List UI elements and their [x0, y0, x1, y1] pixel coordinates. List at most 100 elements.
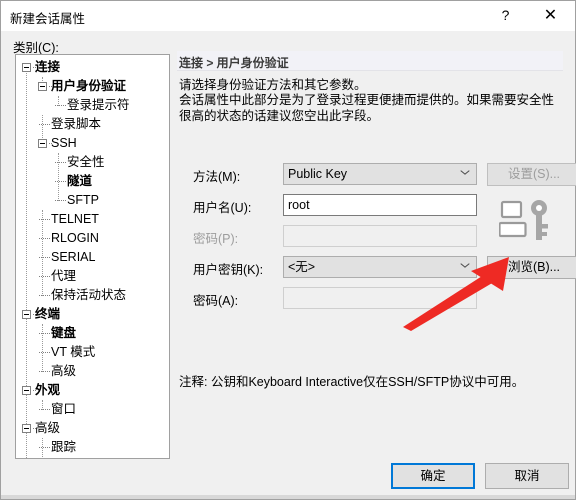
tree-item[interactable]: 窗口 — [16, 400, 169, 419]
tree-item[interactable]: RLOGIN — [16, 229, 169, 248]
tree-connector — [39, 257, 50, 258]
tree-item[interactable]: SFTP — [16, 191, 169, 210]
chevron-down-icon — [461, 171, 469, 179]
dialog-window: 新建会话属性 ? ✕ 类别(C): 连接 用户身份验证 登录提示符 登录脚本 SSH 安全… — [0, 0, 576, 500]
tree-expander-icon[interactable] — [22, 310, 31, 319]
tree-item[interactable]: 代理 — [16, 267, 169, 286]
tree-item-label: SFTP — [67, 193, 99, 207]
pane-description-line2: 会话属性中此部分是为了登录过程更便捷而提供的。如果需要安全性很高的状态的话建议您… — [179, 93, 555, 123]
close-icon[interactable]: ✕ — [528, 1, 573, 30]
tree-item-label: 高级 — [51, 364, 77, 378]
tree-item-label: 高级 — [35, 421, 61, 435]
title-bar: 新建会话属性 ? ✕ — [1, 1, 575, 32]
tree-connector — [39, 238, 50, 239]
tree-item-label: 外观 — [35, 383, 61, 397]
tree-item[interactable]: SERIAL — [16, 248, 169, 267]
settings-button[interactable]: 设置(S)... — [487, 163, 576, 186]
method-row: 方法(M): Public Key 设置(S)... — [177, 163, 576, 186]
tree-item-label: 用户身份验证 — [51, 79, 127, 93]
tree-expander-icon[interactable] — [22, 386, 31, 395]
pane-description-line1: 请选择身份验证方法和其它参数。 — [179, 78, 367, 92]
tree-item[interactable]: 高级 — [16, 419, 169, 438]
userkey-label: 用户密钥(K): — [193, 263, 264, 277]
userkey-value: <无> — [288, 260, 316, 274]
tree-item-label: 跟踪 — [51, 440, 77, 454]
tree-expander-icon[interactable] — [22, 63, 31, 72]
tree-expander-icon[interactable] — [38, 139, 47, 148]
tree-item-label: 终端 — [35, 307, 61, 321]
tree-item[interactable]: 跟踪 — [16, 438, 169, 457]
tree-item[interactable]: 外观 — [16, 381, 169, 400]
tree-connector — [39, 295, 50, 296]
ok-button[interactable]: 确定 — [391, 463, 475, 489]
tree-connector — [39, 276, 50, 277]
category-tree-inner: 连接用户身份验证登录提示符登录脚本 SSH 安全性隧道 SFTP TELNET RLOGI… — [16, 55, 169, 458]
tree-connector — [39, 333, 50, 334]
tree-item-label: 代理 — [51, 269, 77, 283]
tree-item[interactable]: TELNET — [16, 210, 169, 229]
tree-item-label: 登录脚本 — [51, 117, 102, 131]
passphrase-input — [283, 287, 477, 309]
tree-connector — [39, 409, 50, 410]
tree-item-label: SERIAL — [51, 250, 96, 264]
username-label: 用户名(U): — [193, 201, 252, 215]
tree-connector — [39, 371, 50, 372]
tree-item[interactable]: 安全性 — [16, 153, 169, 172]
tree-item[interactable]: SSH — [16, 134, 169, 153]
tree-connector — [39, 219, 50, 220]
auth-note: 注释: 公钥和Keyboard Interactive仅在SSH/SFTP协议中… — [179, 375, 525, 389]
password-input — [283, 225, 477, 247]
breadcrumb: 连接 > 用户身份验证 — [177, 51, 563, 71]
tree-connector — [39, 352, 50, 353]
tree-item-label: 安全性 — [67, 155, 105, 169]
tree-connector — [55, 162, 66, 163]
password-label: 密码(P): — [193, 232, 239, 246]
tree-item-label: 键盘 — [51, 326, 77, 340]
tree-connector — [39, 447, 50, 448]
cancel-button[interactable]: 取消 — [485, 463, 569, 489]
tree-item-label: TELNET — [51, 212, 99, 226]
tree-item-label: 连接 — [35, 60, 61, 74]
computer-key-icon — [499, 200, 548, 240]
tree-item-label: RLOGIN — [51, 231, 99, 245]
tree-item[interactable]: 隧道 — [16, 172, 169, 191]
passphrase-row: 密码(A): — [177, 287, 563, 309]
chevron-down-icon — [461, 264, 469, 272]
method-dropdown[interactable]: Public Key — [283, 163, 477, 185]
tree-item[interactable]: 登录提示符 — [16, 96, 169, 115]
username-input[interactable] — [283, 194, 477, 216]
help-icon[interactable]: ? — [483, 1, 528, 30]
bottom-strip — [1, 495, 575, 499]
browse-button[interactable]: 浏览(B)... — [487, 256, 576, 279]
category-tree[interactable]: 连接用户身份验证登录提示符登录脚本 SSH 安全性隧道 SFTP TELNET RLOGI… — [15, 54, 170, 459]
tree-connector — [55, 181, 66, 182]
tree-item[interactable]: VT 模式 — [16, 343, 169, 362]
tree-item-label: 隧道 — [67, 174, 93, 188]
tree-item[interactable]: 登录脚本 — [16, 115, 169, 134]
tree-item[interactable]: 终端 — [16, 305, 169, 324]
window-title: 新建会话属性 — [10, 12, 86, 26]
tree-connector — [39, 124, 50, 125]
tree-item-label: 窗口 — [51, 402, 77, 416]
tree-item-label: SSH — [51, 136, 77, 150]
tree-item[interactable]: 高级 — [16, 362, 169, 381]
settings-pane: 连接 > 用户身份验证 请选择身份验证方法和其它参数。 会话属性中此部分是为了登… — [177, 51, 576, 389]
passphrase-label: 密码(A): — [193, 294, 239, 308]
tree-item[interactable]: 键盘 — [16, 324, 169, 343]
tree-item-label: 保持活动状态 — [51, 288, 127, 302]
userkey-row: 用户密钥(K): <无> 浏览(B)... — [177, 256, 576, 279]
method-value: Public Key — [288, 167, 348, 181]
userkey-dropdown[interactable]: <无> — [283, 256, 477, 278]
tree-item-label: VT 模式 — [51, 345, 96, 359]
tree-item[interactable]: 用户身份验证 — [16, 77, 169, 96]
tree-connector — [55, 105, 66, 106]
breadcrumb-text: 连接 > 用户身份验证 — [179, 56, 289, 70]
tree-expander-icon[interactable] — [38, 82, 47, 91]
tree-item-label: 登录提示符 — [67, 98, 130, 112]
tree-item[interactable]: 保持活动状态 — [16, 286, 169, 305]
tree-item[interactable]: 连接 — [16, 58, 169, 77]
tree-expander-icon[interactable] — [22, 424, 31, 433]
method-label: 方法(M): — [193, 170, 241, 184]
tree-item[interactable]: 日志记录 — [16, 457, 169, 458]
tree-connector — [55, 200, 66, 201]
